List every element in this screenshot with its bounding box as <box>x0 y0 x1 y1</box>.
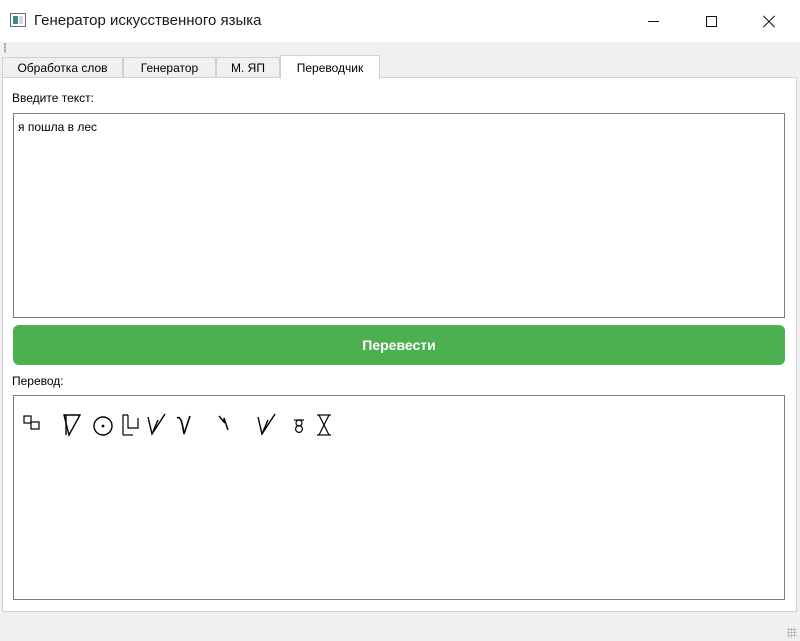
window-title: Генератор искусственного языка <box>34 12 262 29</box>
app-icon <box>10 13 26 27</box>
output-label: Перевод: <box>12 374 64 388</box>
translated-glyphs <box>22 412 352 438</box>
glyph-eight-icon <box>290 412 308 438</box>
minimize-button[interactable] <box>630 0 676 42</box>
close-button[interactable] <box>746 0 792 42</box>
maximize-icon <box>705 15 717 27</box>
glyph-zigzag-icon <box>214 412 234 438</box>
translate-button[interactable]: Перевести <box>13 325 785 365</box>
resize-grip-icon[interactable] <box>787 628 797 638</box>
tab-translator[interactable]: Переводчик <box>280 55 380 79</box>
output-textarea[interactable] <box>13 395 785 600</box>
tab-bar: Обработка слов Генератор М. ЯП Переводчи… <box>2 55 798 79</box>
input-label: Введите текст: <box>12 91 94 105</box>
glyph-triangle-icon <box>62 412 84 438</box>
close-icon <box>762 14 776 28</box>
tab-m-yap[interactable]: М. ЯП <box>216 57 280 78</box>
tab-generator[interactable]: Генератор <box>123 57 216 78</box>
glyph-hourglass-icon <box>314 412 334 438</box>
title-bar: Генератор искусственного языка <box>0 0 800 42</box>
input-textarea[interactable]: я пошла в лес <box>13 113 785 318</box>
glyph-circle-dot-icon <box>92 412 116 438</box>
glyph-check-v-icon <box>146 412 170 438</box>
glyph-check-v-icon <box>256 412 280 438</box>
glyph-bracket-icon <box>120 412 142 438</box>
glyph-hook-v-icon <box>174 412 194 438</box>
input-text: я пошла в лес <box>18 120 98 134</box>
toolbar-grip <box>0 42 800 54</box>
minimize-icon <box>647 20 659 22</box>
glyph-squares-icon <box>22 412 44 436</box>
maximize-button[interactable] <box>688 0 734 42</box>
status-bar <box>0 613 800 641</box>
tab-word-processing[interactable]: Обработка слов <box>2 57 123 78</box>
grip-icon[interactable] <box>4 43 6 53</box>
